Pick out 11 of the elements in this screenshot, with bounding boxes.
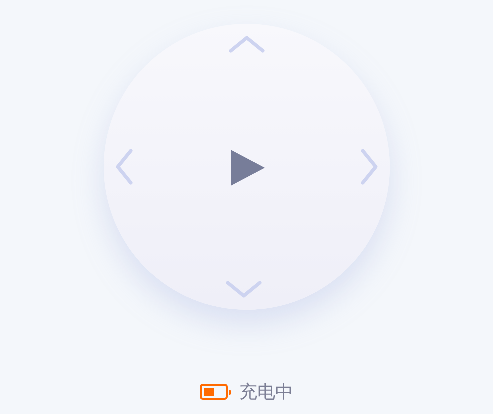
right-button[interactable] — [360, 148, 380, 186]
chevron-down-icon — [224, 280, 262, 300]
chevron-left-icon — [114, 148, 134, 186]
down-button[interactable] — [224, 280, 262, 300]
play-button[interactable] — [230, 150, 264, 186]
chevron-right-icon — [360, 148, 380, 186]
play-icon — [230, 150, 264, 186]
chevron-up-icon — [228, 34, 266, 54]
charging-status: 充电中 — [240, 381, 294, 404]
left-button[interactable] — [114, 148, 134, 186]
up-button[interactable] — [228, 34, 266, 54]
